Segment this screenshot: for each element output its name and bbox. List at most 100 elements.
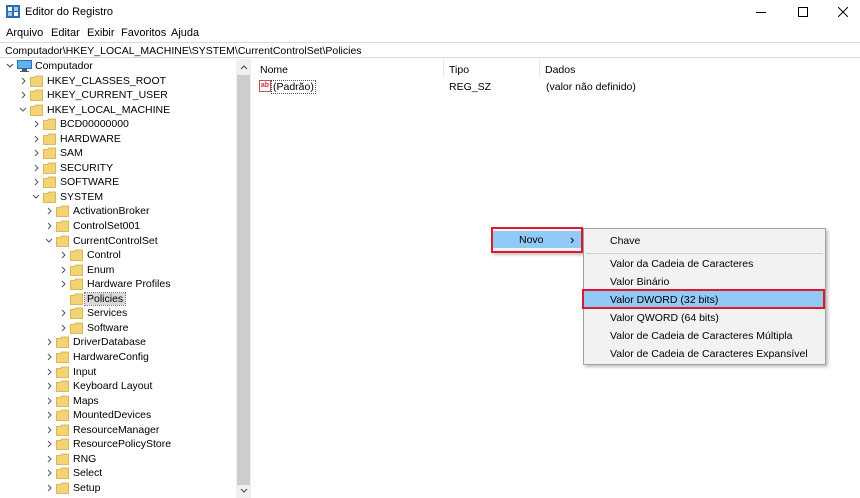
folder-icon <box>70 293 83 305</box>
column-divider[interactable] <box>443 59 444 77</box>
folder-icon <box>43 191 56 203</box>
chevron-right-icon[interactable] <box>44 351 54 363</box>
folder-icon <box>70 249 83 261</box>
tree-item-label: ActivationBroker <box>73 205 150 218</box>
folder-icon <box>56 206 69 218</box>
chevron-right-icon[interactable] <box>44 453 54 465</box>
column-divider[interactable] <box>539 59 540 77</box>
chevron-right-icon[interactable] <box>44 205 54 217</box>
chevron-down-icon[interactable] <box>18 104 28 116</box>
tree-item-label: HARDWARE <box>60 132 121 145</box>
submenu-item-chave[interactable]: Chave <box>584 232 825 249</box>
minimize-button[interactable] <box>744 0 778 24</box>
chevron-right-icon[interactable] <box>44 336 54 348</box>
folder-icon <box>56 424 69 436</box>
chevron-right-icon[interactable] <box>44 366 54 378</box>
tree-item-label: Select <box>73 467 103 480</box>
chevron-right-icon[interactable] <box>58 249 68 261</box>
chevron-right-icon[interactable] <box>18 75 28 87</box>
folder-icon <box>56 366 69 378</box>
annotation-highlight <box>491 227 583 253</box>
tree-item-label: SYSTEM <box>60 190 104 203</box>
tree-item-label: HKEY_CLASSES_ROOT <box>47 74 167 87</box>
chevron-right-icon[interactable] <box>18 89 28 101</box>
menu-favoritos[interactable]: Favoritos <box>121 27 166 39</box>
chevron-right-icon[interactable] <box>31 147 41 159</box>
folder-icon <box>56 482 69 494</box>
folder-icon <box>43 162 56 174</box>
chevron-right-icon[interactable] <box>44 220 54 232</box>
menu-exibir[interactable]: Exibir <box>87 27 115 39</box>
submenu-item-qword-value[interactable]: Valor QWORD (64 bits) <box>584 309 825 326</box>
menu-arquivo[interactable]: Arquivo <box>6 27 43 39</box>
chevron-right-icon[interactable] <box>31 133 41 145</box>
chevron-right-icon[interactable] <box>44 467 54 479</box>
chevron-right-icon[interactable] <box>44 424 54 436</box>
tree-item-label: BCD00000000 <box>60 118 129 131</box>
folder-icon <box>30 104 43 116</box>
column-header-dados[interactable]: Dados <box>545 59 575 77</box>
chevron-down-icon[interactable] <box>5 60 15 72</box>
chevron-down-icon[interactable] <box>44 235 54 247</box>
tree-item-label: Services <box>87 307 128 320</box>
folder-icon <box>30 89 43 101</box>
folder-icon <box>56 380 69 392</box>
title-bar: Editor do Registro <box>0 0 860 24</box>
close-button[interactable] <box>826 0 860 24</box>
tree-scrollbar[interactable] <box>236 59 251 498</box>
column-header-nome[interactable]: Nome <box>260 59 288 77</box>
tree-item-label: Setup <box>73 481 101 494</box>
tree-label-computador: Computador <box>35 60 93 72</box>
tree-item-label: HKEY_LOCAL_MACHINE <box>47 103 171 116</box>
table-row[interactable]: ab (Padrão) REG_SZ (valor não definido) <box>253 79 853 95</box>
chevron-right-icon[interactable] <box>31 118 41 130</box>
maximize-button[interactable] <box>786 0 820 24</box>
tree-item-label: HKEY_CURRENT_USER <box>47 89 168 102</box>
annotation-highlight <box>582 289 825 309</box>
tree-item-label: Keyboard Layout <box>73 380 153 393</box>
tree-item-label: SAM <box>60 147 83 160</box>
column-header-tipo[interactable]: Tipo <box>449 59 469 77</box>
submenu-item-expandable-string-value[interactable]: Valor de Cadeia de Caracteres Expansível <box>584 345 825 362</box>
tree-item-label: MountedDevices <box>73 409 152 422</box>
tree-item-label: CurrentControlSet <box>73 234 158 247</box>
submenu-item-multi-string-value[interactable]: Valor de Cadeia de Caracteres Múltipla <box>584 327 825 344</box>
address-path[interactable]: Computador\HKEY_LOCAL_MACHINE\SYSTEM\Cur… <box>5 45 362 57</box>
chevron-right-icon[interactable] <box>58 264 68 276</box>
chevron-right-icon[interactable] <box>31 176 41 188</box>
chevron-right-icon[interactable] <box>58 322 68 334</box>
folder-icon <box>70 322 83 334</box>
submenu-item-binary-value[interactable]: Valor Binário <box>584 273 825 290</box>
tree-item-label: Software <box>87 321 129 334</box>
folder-icon <box>56 409 69 422</box>
maximize-icon <box>798 7 808 17</box>
tree-item-label: Enum <box>87 263 115 276</box>
menu-separator <box>586 253 823 254</box>
tree-pane[interactable]: Computador HKEY_CLASSES_ROOT HKEY_CURRENT… <box>0 59 251 498</box>
tree-item-label: ResourceManager <box>73 423 160 436</box>
scroll-up-icon[interactable] <box>236 59 251 74</box>
chevron-right-icon[interactable] <box>44 380 54 392</box>
folder-icon <box>70 307 83 320</box>
scroll-thumb[interactable] <box>237 75 250 485</box>
chevron-right-icon[interactable] <box>58 307 68 319</box>
tree-item-label: SECURITY <box>60 161 114 174</box>
tree-item-label: ResourcePolicyStore <box>73 438 172 451</box>
chevron-down-icon[interactable] <box>31 191 41 203</box>
folder-icon <box>56 438 69 451</box>
chevron-right-icon[interactable] <box>44 409 54 421</box>
menu-ajuda[interactable]: Ajuda <box>171 27 199 39</box>
menu-editar[interactable]: Editar <box>51 27 80 39</box>
submenu-item-string-value[interactable]: Valor da Cadeia de Caracteres <box>584 255 825 272</box>
regedit-icon <box>6 5 20 18</box>
chevron-right-icon[interactable] <box>44 482 54 494</box>
folder-icon <box>43 133 56 145</box>
tree-item-label: ControlSet001 <box>73 220 141 232</box>
chevron-right-icon[interactable] <box>44 395 54 407</box>
address-bar[interactable]: Computador\HKEY_LOCAL_MACHINE\SYSTEM\Cur… <box>0 42 860 58</box>
scroll-down-icon[interactable] <box>236 483 251 498</box>
tree-item-label: SOFTWARE <box>60 176 120 189</box>
chevron-right-icon[interactable] <box>31 162 41 174</box>
chevron-right-icon[interactable] <box>58 278 68 290</box>
chevron-right-icon[interactable] <box>44 438 54 450</box>
